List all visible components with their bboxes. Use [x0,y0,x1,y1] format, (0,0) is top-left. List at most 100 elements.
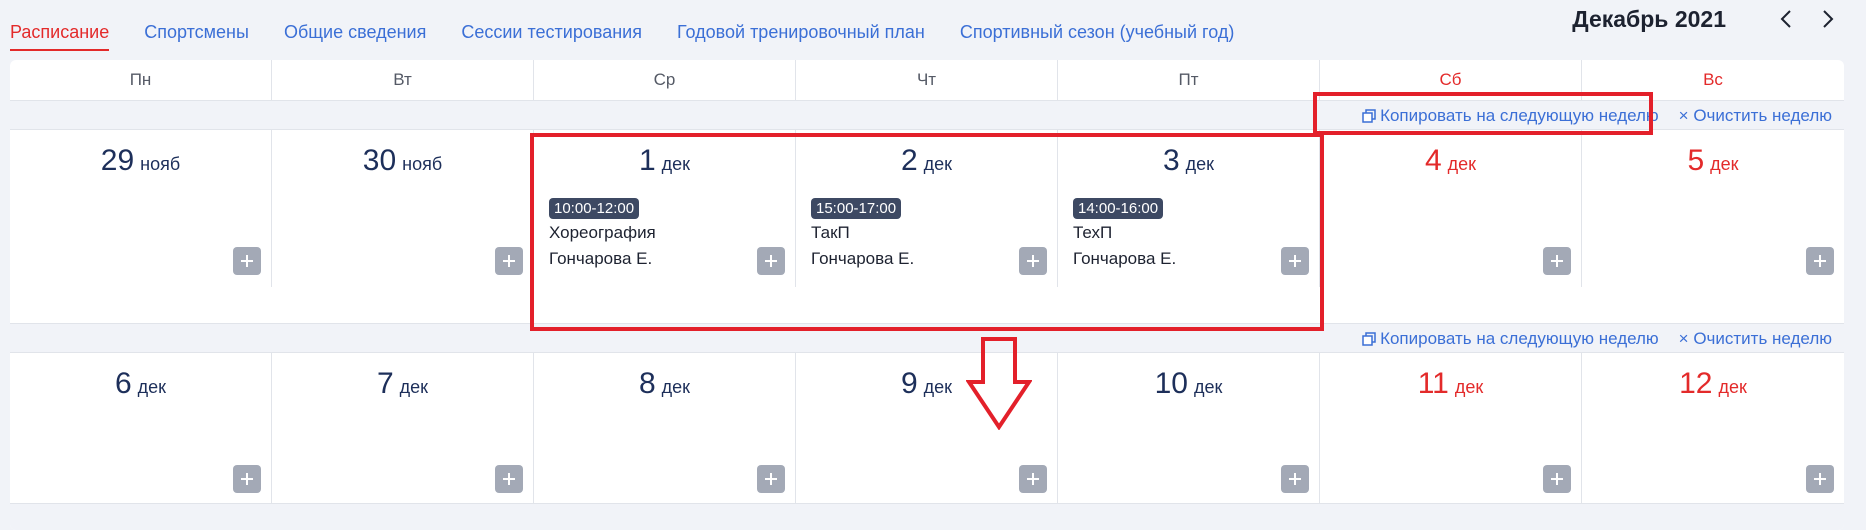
plus-icon [765,255,777,267]
schedule-event[interactable]: 10:00-12:00 Хореография Гончарова Е. [549,198,656,269]
copy-week-button[interactable]: Копировать на следующую неделю [1362,106,1659,126]
top-tabs: Расписание Спортсмены Общие сведения Сес… [10,22,1269,51]
plus-icon [241,473,253,485]
plus-icon [1289,473,1301,485]
month-navigation: Декабрь 2021 [1572,4,1838,34]
event-title: ТакП [811,223,850,242]
add-event-button[interactable] [1806,247,1834,275]
copy-icon [1362,109,1376,123]
day-cell[interactable]: 5 дек [1582,130,1844,287]
event-coach: Гончарова Е. [811,249,915,268]
add-event-button[interactable] [233,247,261,275]
week-row-1: 29 нояб 30 нояб 1 дек 10:00-12:00 Хореограф… [10,130,1844,287]
day-cell[interactable]: 29 нояб [10,130,272,287]
event-title: Хореография [549,223,656,242]
add-event-button[interactable] [757,465,785,493]
add-event-button[interactable] [495,247,523,275]
month-title: Декабрь 2021 [1572,5,1726,32]
event-title: ТехП [1073,223,1113,242]
plus-icon [1814,473,1826,485]
day-cell[interactable]: 30 нояб [272,130,534,287]
clear-week-label: × Очистить неделю [1678,329,1832,348]
plus-icon [503,473,515,485]
date-label: 11 дек [1417,367,1484,400]
date-label: 12 дек [1679,367,1747,400]
weekday-header: Пн Вт Ср Чт Пт Сб Вс [10,60,1844,100]
date-label: 8 дек [638,367,691,400]
plus-icon [1551,473,1563,485]
chevron-right-icon[interactable] [1818,4,1838,34]
clear-week-button[interactable]: × Очистить неделю [1679,329,1832,349]
plus-icon [503,255,515,267]
event-coach: Гончарова Е. [1073,249,1177,268]
add-event-button[interactable] [1019,465,1047,493]
clear-week-label: × Очистить неделю [1678,106,1832,125]
date-label: 10 дек [1154,367,1223,400]
plus-icon [1289,255,1301,267]
day-cell[interactable]: 11 дек [1320,353,1582,503]
event-coach: Гончарова Е. [549,249,653,268]
day-cell[interactable]: 1 дек 10:00-12:00 Хореография Гончарова Е… [534,130,796,287]
date-label: 1 дек [638,144,691,177]
day-cell[interactable]: 12 дек [1582,353,1844,503]
schedule-event[interactable]: 14:00-16:00 ТехП Гончарова Е. [1073,198,1176,269]
add-event-button[interactable] [757,247,785,275]
copy-week-label: Копировать на следующую неделю [1380,329,1659,348]
week-calendar: Пн Вт Ср Чт Пт Сб Вс Копировать на следу… [10,60,1844,530]
date-label: 29 нояб [100,144,181,177]
chevron-left-icon[interactable] [1776,4,1796,34]
add-event-button[interactable] [1543,465,1571,493]
day-cell[interactable]: 9 дек [796,353,1058,503]
date-label: 5 дек [1687,144,1739,177]
week-row-2: 6 дек 7 дек 8 дек 9 дек 10 дек 11 дек 12 дек [10,353,1844,503]
date-label: 4 дек [1424,144,1477,177]
add-event-button[interactable] [233,465,261,493]
day-cell[interactable]: 8 дек [534,353,796,503]
add-event-button[interactable] [1281,247,1309,275]
tab-annual-plan[interactable]: Годовой тренировочный план [677,22,925,51]
add-event-button[interactable] [1281,465,1309,493]
copy-week-button[interactable]: Копировать на следующую неделю [1362,329,1659,349]
tab-sport-season[interactable]: Спортивный сезон (учебный год) [960,22,1235,51]
plus-icon [765,473,777,485]
day-cell[interactable]: 10 дек [1058,353,1320,503]
day-cell[interactable]: 2 дек 15:00-17:00 ТакП Гончарова Е. [796,130,1058,287]
event-time-badge: 10:00-12:00 [549,198,640,219]
weekday-sun: Вс [1703,70,1723,89]
date-label: 7 дек [376,367,429,400]
add-event-button[interactable] [1019,247,1047,275]
week-2-action-bar: Копировать на следующую неделю × Очистит… [10,323,1844,353]
schedule-event[interactable]: 15:00-17:00 ТакП Гончарова Е. [811,198,914,269]
copy-icon [1362,332,1376,346]
day-cell[interactable]: 7 дек [272,353,534,503]
day-cell[interactable]: 4 дек [1320,130,1582,287]
tab-general-info[interactable]: Общие сведения [284,22,426,51]
tab-athletes[interactable]: Спортсмены [144,22,249,51]
plus-icon [1814,255,1826,267]
week-1-action-bar: Копировать на следующую неделю × Очистит… [10,100,1844,130]
tab-schedule[interactable]: Расписание [10,22,110,51]
add-event-button[interactable] [1806,465,1834,493]
weekday-fri: Пт [1058,60,1320,100]
add-event-button[interactable] [495,465,523,493]
weekday-tue: Вт [272,60,534,100]
event-time-badge: 14:00-16:00 [1073,198,1164,219]
weekday-mon: Пн [10,60,272,100]
clear-week-button[interactable]: × Очистить неделю [1679,106,1832,126]
weekday-sat: Сб [1320,60,1582,100]
plus-icon [1027,255,1039,267]
day-cell[interactable]: 3 дек 14:00-16:00 ТехП Гончарова Е. [1058,130,1320,287]
event-time-badge: 15:00-17:00 [811,198,902,219]
day-cell[interactable]: 6 дек [10,353,272,503]
date-label: 3 дек [1162,144,1215,177]
date-label: 30 нояб [362,144,443,177]
week-3-action-bar [10,503,1844,530]
date-label: 6 дек [114,367,167,400]
copy-week-label: Копировать на следующую неделю [1380,106,1659,125]
add-event-button[interactable] [1543,247,1571,275]
date-label: 9 дек [900,367,953,400]
tab-testing-sessions[interactable]: Сессии тестирования [461,22,642,51]
weekday-thu: Чт [796,60,1058,100]
plus-icon [1551,255,1563,267]
plus-icon [241,255,253,267]
